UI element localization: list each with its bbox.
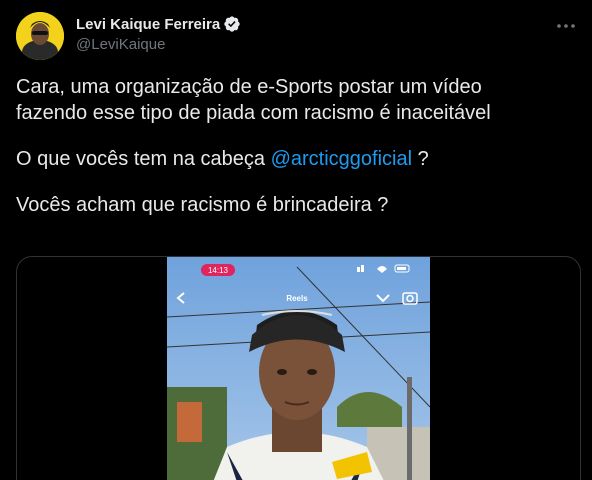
name-row: Levi Kaique Ferreira (76, 14, 241, 34)
tweet-line-2: fazendo esse tipo de piada com racismo é… (16, 102, 491, 124)
tweet-line-3-prefix: O que vocês tem na cabeça (16, 148, 271, 170)
tweet-line-3: O que vocês tem na cabeça @arcticggofici… (16, 146, 582, 172)
handle[interactable]: @LeviKaique (76, 36, 241, 53)
mention-link[interactable]: @arcticggoficial (271, 148, 412, 170)
more-options-icon[interactable] (556, 16, 576, 36)
reels-label: Reels (286, 294, 308, 303)
video-media[interactable]: 14:13 Reels (16, 256, 581, 480)
video-frame: 14:13 Reels (167, 257, 430, 480)
tweet-line-1: Cara, uma organização de e-Sports postar… (16, 76, 482, 98)
tweet-line-3-suffix: ? (412, 148, 429, 170)
tweet-line-4: Vocês acham que racismo é brincadeira ? (16, 194, 389, 216)
tweet-header: Levi Kaique Ferreira @LeviKaique (16, 12, 576, 60)
display-name[interactable]: Levi Kaique Ferreira (76, 16, 220, 33)
user-block: Levi Kaique Ferreira @LeviKaique (76, 14, 241, 53)
video-thumbnail: 14:13 Reels (167, 257, 430, 480)
avatar[interactable] (16, 12, 64, 60)
tweet-text: Cara, uma organização de e-Sports postar… (16, 74, 582, 218)
video-status-time: 14:13 (208, 266, 229, 275)
avatar-image (16, 12, 64, 60)
verified-badge-icon (223, 15, 241, 33)
